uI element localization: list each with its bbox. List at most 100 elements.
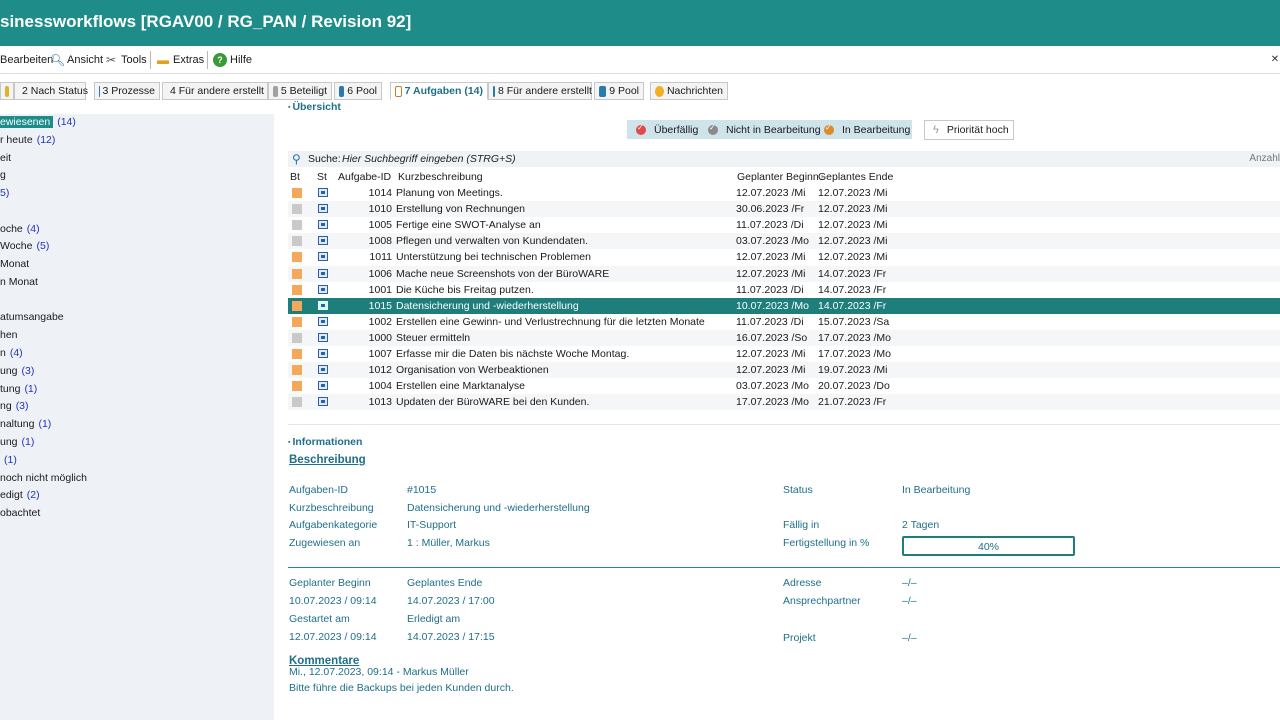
done-label: Erledigt am — [407, 613, 461, 625]
task-begin-cell: 12.07.2023 /Mi — [736, 251, 806, 264]
category-label: Aufgabenkategorie — [289, 519, 378, 531]
sidebar-item[interactable]: Monat — [0, 257, 33, 271]
column-header-desc[interactable]: Kurzbeschreibung — [398, 171, 483, 183]
tab-nachrichten[interactable]: Nachrichten — [650, 82, 728, 100]
table-row[interactable]: 1002 Erstellen eine Gewinn- und Verlustre… — [288, 314, 1280, 330]
tab-fuer-andere-erstellt-2[interactable]: 8 Für andere erstellt — [488, 82, 592, 100]
table-row[interactable]: 1005 Fertige eine SWOT-Analyse an 11.07.20… — [288, 217, 1280, 233]
clipboard-icon — [395, 85, 402, 97]
task-id-cell: 1005 — [368, 219, 392, 232]
done-value: 14.07.2023 / 17:15 — [407, 631, 495, 643]
column-header-end[interactable]: Geplantes Ende — [818, 171, 893, 183]
assigned-value: 1 : Müller, Markus — [407, 537, 490, 549]
sidebar-item[interactable]: atumsangabe — [0, 310, 68, 324]
started-value: 12.07.2023 / 09:14 — [289, 631, 377, 643]
table-row[interactable]: 1001 Die Küche bis Freitag putzen. 11.07.2… — [288, 282, 1280, 298]
table-row[interactable]: 1006 Mache neue Screenshots von der BüroW… — [288, 265, 1280, 282]
tab-prozesse[interactable]: 3 Prozesse — [94, 82, 160, 100]
sidebar-item[interactable]: oche (4) — [0, 222, 40, 236]
sidebar-item[interactable]: hen — [0, 328, 22, 342]
tab-1[interactable] — [0, 82, 14, 100]
tab-fuer-andere-erstellt[interactable]: 4 Für andere erstellt — [162, 82, 268, 100]
sidebar-item[interactable]: g — [0, 168, 10, 182]
column-header-bt[interactable]: Bt — [290, 171, 300, 183]
table-row[interactable]: 1007 Erfasse mir die Daten bis nächste Wo… — [288, 346, 1280, 362]
menu-label-tools: Tools — [121, 54, 147, 66]
filter-label: Überfällig — [654, 123, 699, 136]
task-desc-cell: Pflegen und verwalten von Kundendaten. — [396, 235, 589, 248]
task-id-cell: 1013 — [368, 396, 392, 409]
sidebar-item[interactable]: ung (1) — [0, 435, 34, 449]
sidebar-item[interactable]: obachtet — [0, 506, 44, 520]
table-row[interactable]: 1004 Erstellen eine Marktanalyse 03.07.202… — [288, 378, 1280, 394]
tab-bar: 2 Nach Status 3 Prozesse 4 Für andere er… — [0, 82, 1280, 100]
table-row[interactable]: 1012 Organisation von Werbeaktionen 12.07.… — [288, 362, 1280, 379]
filter-not-in-progress-button[interactable]: Nicht in Bearbeitung — [708, 120, 821, 139]
sidebar-item[interactable]: noch nicht möglich — [0, 471, 91, 485]
filter-in-progress-button[interactable]: In Bearbeitung — [824, 120, 910, 139]
menu-overflow-icon[interactable]: ✕ — [1270, 54, 1280, 65]
table-row[interactable]: 1008 Pflegen und verwalten von Kundendate… — [288, 233, 1280, 250]
task-desc-cell: Steuer ermitteln — [396, 331, 471, 344]
sidebar-item[interactable]: ewiesenen (14) — [0, 115, 76, 129]
filter-overdue-button[interactable]: Überfällig — [636, 120, 698, 139]
sidebar-item[interactable]: ung (3) — [0, 364, 34, 378]
menu-bearbeiten[interactable]: Bearbeiten — [0, 52, 53, 68]
sidebar-item[interactable]: n Monat — [0, 275, 42, 289]
task-id-cell: 1014 — [368, 187, 392, 199]
tab-aufgaben[interactable]: 7 Aufgaben (14) — [390, 82, 488, 100]
task-id-cell: 1007 — [368, 348, 392, 360]
task-end-cell: 19.07.2023 /Mi — [818, 364, 888, 377]
short-desc-value: Datensicherung und -wiederherstellung — [407, 502, 590, 514]
task-status-icon — [318, 349, 328, 358]
sidebar-item[interactable]: naltung (1) — [0, 417, 51, 431]
status-label: Status — [783, 484, 813, 496]
task-end-cell: 17.07.2023 /Mo — [818, 348, 891, 360]
sidebar-item-label: hen — [0, 329, 18, 341]
pool-icon — [339, 85, 345, 97]
sidebar-item-label: ng — [0, 400, 12, 412]
task-desc-cell: Datensicherung und -wiederherstellung — [396, 299, 579, 312]
sidebar-item-count: (1) — [38, 418, 52, 430]
table-row[interactable]: 1010 Erstellung von Rechnungen 30.06.2023 … — [288, 201, 1280, 218]
sidebar-item[interactable]: n (4) — [0, 346, 23, 360]
menu-hilfe[interactable]: ? Hilfe — [213, 52, 252, 68]
column-header-id[interactable]: Aufgabe-ID — [338, 171, 391, 183]
menu-extras[interactable]: ▬ Extras — [156, 52, 204, 68]
tab-pool[interactable]: 6 Pool — [334, 82, 382, 100]
sidebar-item[interactable]: ng (3) — [0, 399, 29, 413]
sidebar-item-label: naltung — [0, 418, 35, 430]
task-desc-cell: Organisation von Werbeaktionen — [396, 364, 549, 377]
sidebar-item-count: (5) — [36, 240, 50, 252]
sidebar-item[interactable]: tung (1) — [0, 382, 37, 396]
sidebar-item[interactable]: (1) — [0, 453, 17, 467]
task-id-cell: 1001 — [368, 283, 392, 296]
column-header-st[interactable]: St — [317, 171, 327, 183]
column-header-begin[interactable]: Geplanter Beginn↑ — [737, 171, 824, 183]
table-row[interactable]: 1011 Unterstützung bei technischen Proble… — [288, 249, 1280, 265]
table-row[interactable]: 1000 Steuer ermitteln 16.07.2023 /So 17.07.… — [288, 329, 1280, 346]
sidebar-item-count: (1) — [21, 436, 35, 448]
sidebar-item[interactable]: edigt (2) — [0, 488, 40, 502]
task-desc-cell: Unterstützung bei technischen Problemen — [396, 251, 591, 264]
comment-meta: Mi., 12.07.2023, 09:14 - Markus Müller — [289, 666, 469, 678]
task-status-icon — [318, 300, 328, 310]
tab-pool-2[interactable]: 9 Pool — [594, 82, 644, 100]
sidebar-item[interactable]: 5) — [0, 186, 13, 200]
description-title: Beschreibung — [289, 454, 366, 466]
sidebar-item-count: (14) — [57, 116, 76, 128]
table-row[interactable]: 1015 Datensicherung und -wiederherstellun… — [288, 297, 1280, 314]
sidebar-item[interactable]: eit — [0, 151, 15, 165]
priority-marker — [292, 188, 302, 198]
search-input[interactable] — [342, 152, 742, 166]
table-row[interactable]: 1014 Planung von Meetings. 12.07.2023 /Mi 1… — [288, 185, 1280, 201]
menu-tools[interactable]: ✂ Tools — [104, 52, 147, 68]
sidebar-item[interactable]: r heute (12) — [0, 133, 55, 147]
table-row[interactable]: 1013 Updaten der BüroWARE bei den Kunden.… — [288, 394, 1280, 411]
task-begin-cell: 30.06.2023 /Fr — [736, 203, 805, 216]
tab-nach-status[interactable]: 2 Nach Status — [14, 82, 88, 100]
filter-high-priority-button[interactable]: ϟ Priorität hoch — [924, 120, 1014, 140]
sidebar-item[interactable]: Woche (5) — [0, 239, 49, 253]
menu-ansicht[interactable]: 🔍︎ Ansicht — [50, 52, 103, 68]
tab-beteiligt[interactable]: 5 Beteiligt — [268, 82, 332, 100]
